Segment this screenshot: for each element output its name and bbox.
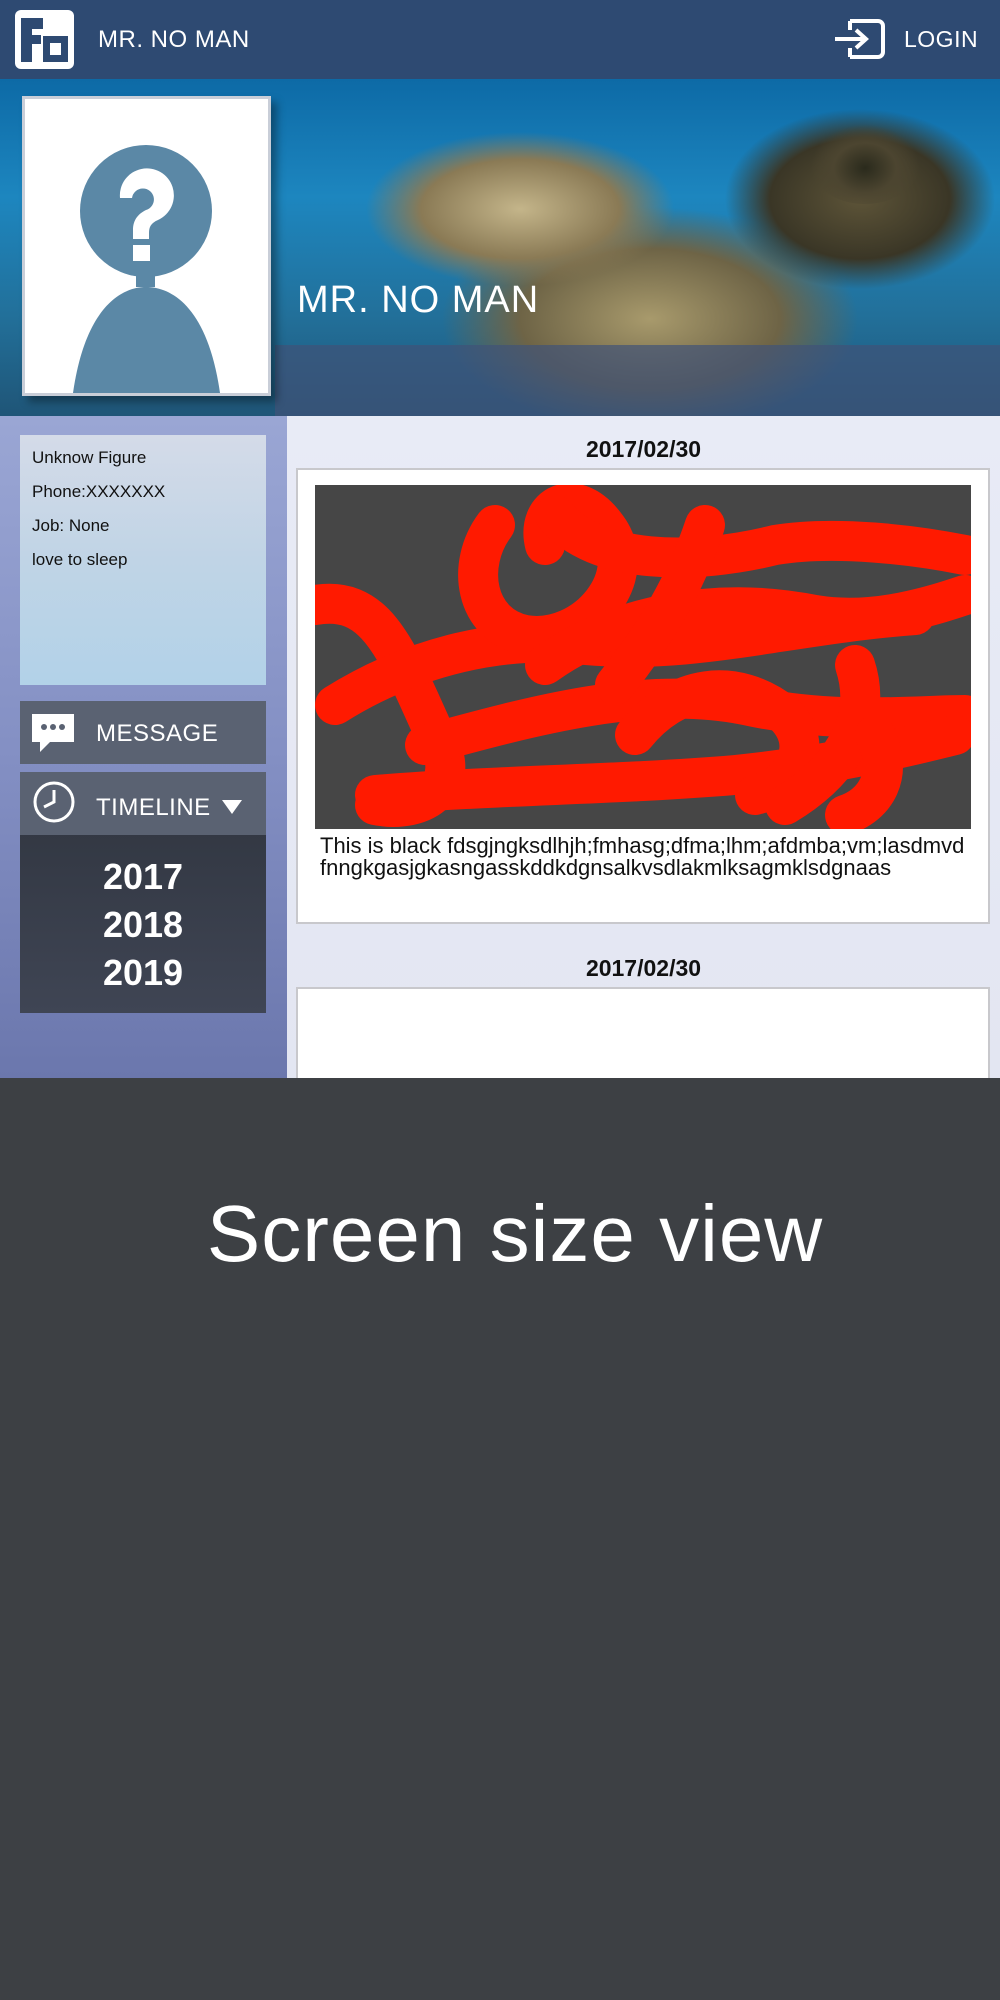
timeline-year-2019[interactable]: 2019 xyxy=(20,952,266,994)
message-label: MESSAGE xyxy=(96,720,219,747)
unknown-person-icon xyxy=(73,145,220,393)
avatar[interactable] xyxy=(22,96,271,396)
post-image[interactable] xyxy=(315,485,971,829)
info-phone: Phone:XXXXXXX xyxy=(32,482,166,501)
cover-image-detail xyxy=(810,124,920,204)
login-label: LOGIN xyxy=(904,26,979,52)
info-name: Unknow Figure xyxy=(32,448,147,467)
timeline-year-2018[interactable]: 2018 xyxy=(20,904,266,946)
message-button[interactable]: MESSAGE xyxy=(20,701,266,764)
info-bio: love to sleep xyxy=(32,550,128,569)
profile-name: MR. NO MAN xyxy=(297,279,540,321)
info-job: Job: None xyxy=(32,516,110,535)
login-button[interactable]: LOGIN xyxy=(830,16,990,64)
post-card[interactable]: This is black fdsgjngksdlhjh;fmhasg;dfma… xyxy=(296,468,990,924)
logo-mark-icon xyxy=(21,18,68,62)
login-icon xyxy=(835,19,885,59)
chevron-down-icon xyxy=(222,800,242,814)
post-text: This is black fdsgjngksdlhjh;fmhasg;dfma… xyxy=(320,833,965,880)
timeline-label: TIMELINE xyxy=(96,794,211,821)
timeline-toggle[interactable]: TIMELINE xyxy=(20,772,266,835)
post-date: 2017/02/30 xyxy=(585,436,702,462)
timeline-panel: TIMELINE 2017 2018 2019 xyxy=(20,772,266,1013)
timeline-year-2017[interactable]: 2017 xyxy=(20,856,266,898)
profile-content: Unknow Figure Phone:XXXXXXX Job: None lo… xyxy=(0,416,1000,1078)
clock-icon xyxy=(33,781,75,823)
brand-name: MR. NO MAN xyxy=(98,26,250,53)
cover-name-bar xyxy=(275,345,1000,416)
chat-bubble-icon xyxy=(32,714,74,752)
post-date: 2017/02/30 xyxy=(585,955,702,981)
sidebar: Unknow Figure Phone:XXXXXXX Job: None lo… xyxy=(0,416,287,1078)
post-feed: 2017/02/30 This is black fdsgjngksdlhjh;… xyxy=(287,416,1000,1078)
app-logo[interactable] xyxy=(15,10,74,69)
info-card: Unknow Figure Phone:XXXXXXX Job: None lo… xyxy=(20,435,266,685)
scribble-image xyxy=(315,485,971,829)
screen-size-view-title: Screen size view xyxy=(206,1189,824,1278)
post-card[interactable] xyxy=(296,987,990,1078)
top-bar: MR. NO MAN LOGIN xyxy=(0,0,1000,79)
